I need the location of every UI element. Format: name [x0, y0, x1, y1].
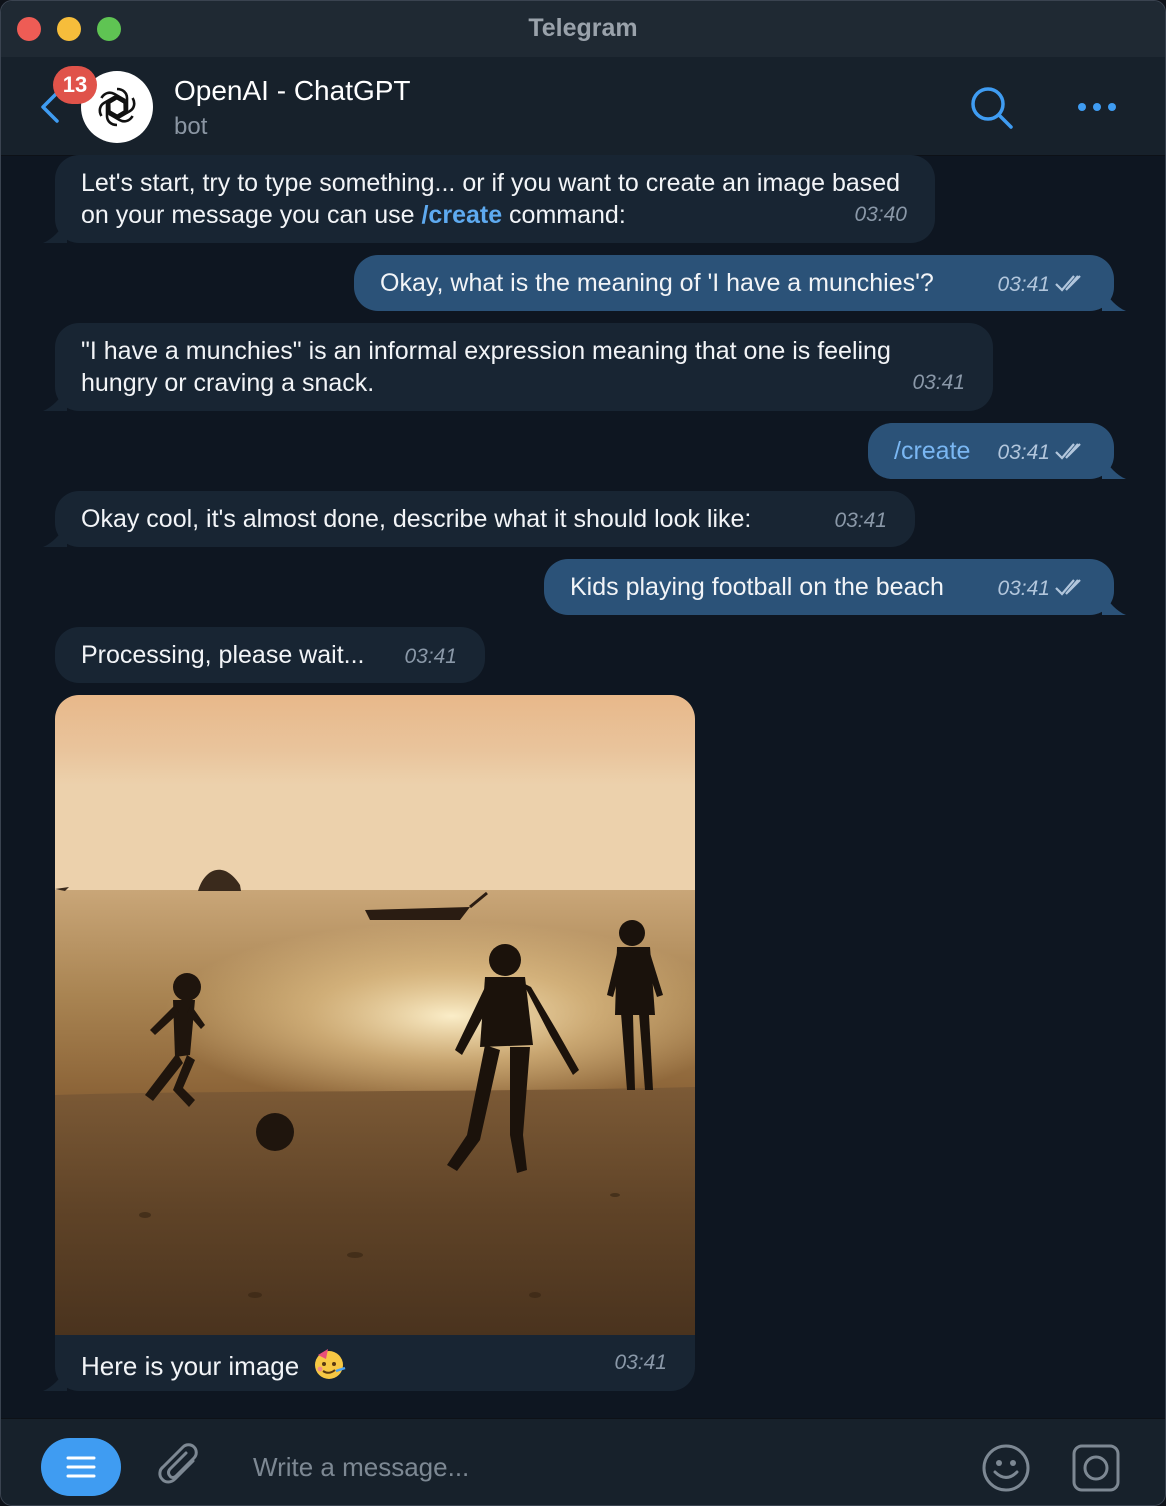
message-input[interactable]	[253, 1447, 933, 1487]
double-check-icon	[1055, 579, 1081, 596]
double-check-icon	[1055, 443, 1081, 460]
message-composer	[1, 1418, 1165, 1505]
telegram-window: Telegram 13 OpenAI - ChatGPT bot Let's s…	[0, 0, 1166, 1506]
bubble-tail	[1102, 593, 1126, 615]
bubble-tail	[1102, 289, 1126, 311]
message-time: 03:41	[834, 509, 887, 532]
chat-name[interactable]: OpenAI - ChatGPT	[174, 75, 411, 107]
bubble-tail	[43, 389, 67, 411]
message-time: 03:41	[912, 371, 965, 394]
message-text: Okay cool, it's almost done, describe wh…	[81, 505, 752, 533]
emoji-button[interactable]	[981, 1443, 1031, 1493]
chat-header: 13 OpenAI - ChatGPT bot	[1, 57, 1165, 156]
bubble-tail	[43, 525, 67, 547]
partying-face-emoji	[315, 1349, 346, 1379]
openai-logo-icon	[98, 87, 136, 127]
message-time: 03:41	[997, 273, 1050, 296]
smile-icon	[982, 1444, 1030, 1492]
outgoing-message[interactable]: /create 03:41	[868, 423, 1114, 479]
incoming-message[interactable]: Okay cool, it's almost done, describe wh…	[55, 491, 915, 547]
message-list[interactable]: Let's start, try to type something... or…	[1, 155, 1165, 1418]
message-time: 03:41	[997, 441, 1050, 464]
message-text: "I have a munchies" is an informal expre…	[81, 337, 891, 397]
bubble-tail	[1102, 457, 1126, 479]
instant-video-icon	[1072, 1444, 1120, 1492]
caption-text: Here is your image	[81, 1351, 300, 1381]
command-link[interactable]: /create	[894, 437, 970, 465]
more-horizontal-icon	[1078, 103, 1116, 111]
incoming-message[interactable]: Processing, please wait... 03:41	[55, 627, 485, 683]
message-time: 03:41	[614, 1351, 667, 1374]
outgoing-message[interactable]: Kids playing football on the beach 03:41	[544, 559, 1114, 615]
message-time: 03:41	[997, 577, 1050, 600]
incoming-message[interactable]: Let's start, try to type something... or…	[55, 155, 935, 243]
window-title: Telegram	[528, 14, 638, 42]
message-text: Processing, please wait...	[81, 641, 365, 669]
incoming-message[interactable]: "I have a munchies" is an informal expre…	[55, 323, 993, 411]
more-options-button[interactable]	[1073, 93, 1123, 121]
photo-caption: Here is your image	[81, 1347, 346, 1382]
bot-menu-icon	[66, 1456, 96, 1478]
bubble-tail	[43, 1369, 67, 1391]
search-icon	[971, 87, 1013, 129]
attach-button[interactable]	[157, 1441, 205, 1493]
chat-status: bot	[174, 113, 208, 140]
message-text: Okay, what is the meaning of 'I have a m…	[380, 269, 934, 297]
bubble-tail	[43, 221, 67, 243]
instant-video-button[interactable]	[1071, 1443, 1121, 1493]
message-text: command:	[502, 201, 626, 229]
search-button[interactable]	[967, 83, 1015, 131]
bot-menu-button[interactable]	[41, 1438, 121, 1496]
command-link[interactable]: /create	[421, 201, 502, 229]
outgoing-message[interactable]: Okay, what is the meaning of 'I have a m…	[354, 255, 1114, 311]
double-check-icon	[1055, 275, 1081, 292]
unread-badge: 13	[53, 66, 97, 104]
paperclip-icon	[158, 1443, 198, 1484]
beach-football-photo[interactable]	[55, 695, 695, 1335]
message-text: Kids playing football on the beach	[570, 573, 944, 601]
message-time: 03:40	[854, 203, 907, 226]
title-bar: Telegram	[1, 1, 1165, 57]
message-time: 03:41	[404, 645, 457, 668]
photo-message[interactable]: Here is your image 03:41	[55, 695, 695, 1391]
